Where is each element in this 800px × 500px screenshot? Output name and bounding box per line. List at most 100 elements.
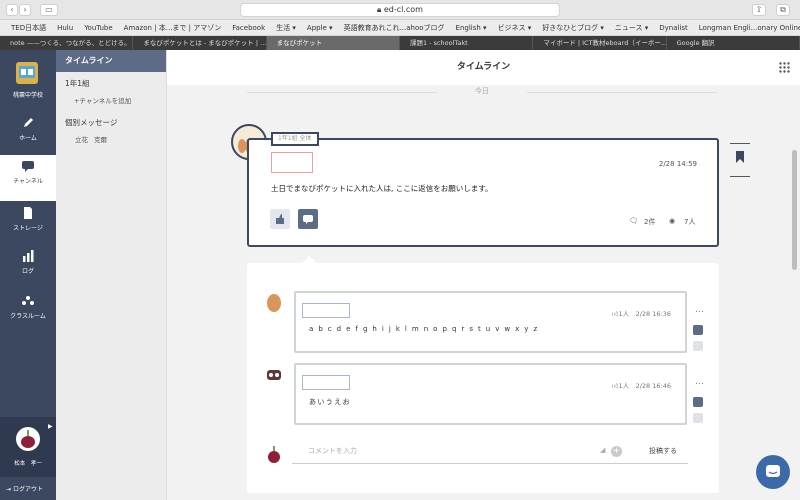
browser-tab[interactable]: マイボード | ICT教材eboard（イーボー... [533, 36, 667, 50]
sidebar-item-home[interactable]: ホーム [0, 112, 56, 158]
comment-meta: 👍︎1人 2/28 16:46 [611, 382, 671, 390]
sidebar-item-label: ストレージ [13, 225, 43, 232]
chat-bubble-icon [766, 465, 780, 477]
comment-stamp [302, 303, 350, 318]
like-button[interactable] [270, 209, 290, 229]
bookmark[interactable]: 好きなひとブログ ▾ [542, 20, 604, 35]
app-sidebar: 桃粟中学校 ホーム チャンネル ストレージ ログ クラスルーム ▶ 松本 孝一 … [0, 50, 56, 500]
more-options-icon[interactable]: … [695, 305, 704, 315]
comment-count: 2件 [644, 218, 656, 226]
grid-menu-icon[interactable] [779, 62, 790, 73]
bar-chart-icon [23, 250, 34, 262]
url-bar[interactable]: 🔒︎ ed-cl.com [240, 3, 560, 17]
page-title: タイムライン [456, 62, 511, 72]
url-text: ed-cl.com [383, 5, 423, 14]
thumbs-up-icon [276, 214, 284, 224]
bookmark-button[interactable] [730, 143, 750, 177]
comment-like-button[interactable] [693, 325, 703, 335]
browser-tab[interactable]: まなびポケットとは - まなびポケット | ... [133, 36, 267, 50]
bookmark[interactable]: 英語教育あれこれ...ahooブログ [344, 20, 445, 35]
sidebar-item-channel[interactable]: チャンネル [0, 155, 56, 201]
sidebar-item-label: ログ [21, 268, 34, 275]
comment-like-button[interactable] [693, 397, 703, 407]
bookmark[interactable]: TED日本語 [11, 20, 46, 35]
bookmark[interactable]: Dynalist [659, 20, 688, 35]
lock-icon: 🔒︎ [377, 5, 382, 14]
bookmark[interactable]: Amazon | 本...まで | アマゾン [124, 20, 222, 35]
browser-toolbar: ‹ › ▭ 🔒︎ ed-cl.com ⇧ ⧉ [0, 0, 800, 20]
sidebar-toggle-icon[interactable]: ▭ [40, 4, 58, 16]
sidebar-item-label: チャンネル [13, 178, 43, 185]
sidebar-item-classroom[interactable]: クラスルーム [0, 290, 56, 336]
dm-item[interactable]: 立花 [75, 134, 88, 144]
user-name: 松本 孝一 [14, 461, 42, 467]
file-icon [24, 207, 32, 219]
view-count: 7人 [684, 218, 696, 226]
date-divider: 今日 [247, 86, 717, 98]
bookmark[interactable]: English ▾ [456, 20, 487, 35]
bookmark[interactable]: 生活 ▾ [276, 20, 296, 35]
attach-plus-icon[interactable]: + [611, 446, 622, 457]
bookmarks-bar: TED日本語 Hulu YouTube Amazon | 本...まで | アマゾン F… [0, 20, 800, 36]
browser-tab-active[interactable]: まなびポケット [266, 36, 400, 50]
channel-panel: タイムライン 1年1組 +チャンネルを追加 個別メッセージ 立花 克爾 [56, 50, 167, 500]
current-user-avatar [268, 446, 280, 463]
commenter-avatar [267, 294, 281, 312]
browser-tab[interactable]: 課題1 - schoolTakt [400, 36, 534, 50]
panel-header[interactable]: タイムライン [56, 50, 166, 72]
commenter-avatar [267, 370, 281, 380]
add-channel-link[interactable]: +チャンネルを追加 [74, 95, 131, 105]
post-comment-button[interactable]: 投稿する [649, 446, 677, 456]
eye-icon: ◉ [669, 217, 676, 225]
logout-button[interactable]: ⇥ ログアウト [6, 484, 43, 493]
forward-button[interactable]: › [19, 4, 31, 16]
sidebar-item-label: ホーム [19, 135, 37, 142]
logout-icon: ⇥ [6, 486, 12, 493]
browser-tab[interactable]: Google 翻訳 [667, 36, 800, 50]
pencil-icon [24, 118, 33, 127]
comment-item: 👍︎1人 2/28 16:36 a b c d e f g h i j k l … [294, 291, 687, 353]
dm-item[interactable]: 克爾 [94, 134, 107, 144]
bookmark-icon [736, 151, 744, 163]
bookmark[interactable]: YouTube [84, 20, 112, 35]
comment-meta: 👍︎1人 2/28 16:36 [611, 310, 671, 318]
comment-reply-button[interactable] [693, 413, 703, 423]
comment-stamp [302, 375, 350, 390]
sidebar-item-storage[interactable]: ストレージ [0, 202, 56, 248]
browser-tab[interactable]: note ——つくる、つながる、とどける。 [0, 36, 134, 50]
comment-input[interactable]: コメントを入力 [292, 440, 688, 464]
support-chat-button[interactable] [756, 455, 790, 489]
post-class-label: 1年1組 全体 [271, 132, 319, 146]
comment-reply-button[interactable] [693, 341, 703, 351]
comment-notch [301, 255, 317, 271]
bookmark[interactable]: Longman Engli...onary Online [699, 20, 800, 35]
channel-group[interactable]: 1年1組 [65, 78, 90, 89]
resize-handle-icon: ◢ [600, 446, 606, 454]
comment-text: あいうえお [309, 398, 351, 406]
school-logo[interactable] [16, 62, 38, 84]
more-options-icon[interactable]: … [695, 377, 704, 387]
bookmark[interactable]: Hulu [57, 20, 73, 35]
speech-bubble-icon [303, 215, 313, 224]
tabs-overview-icon[interactable]: ⧉ [776, 4, 790, 16]
add-channel-label: チャンネルを追加 [79, 97, 132, 105]
scrollbar[interactable] [792, 150, 797, 270]
bookmark[interactable]: ニュース ▾ [615, 20, 648, 35]
post-body: 土日でまなびポケットに入れた人は, ここに返信をお願いします。 [271, 184, 493, 193]
share-icon[interactable]: ⇧ [752, 4, 766, 16]
bookmark[interactable]: Facebook [232, 20, 265, 35]
sidebar-item-label: クラスルーム [10, 313, 46, 320]
sidebar-item-log[interactable]: ログ [0, 245, 56, 291]
post-stamp [271, 152, 313, 173]
comment-item: 👍︎1人 2/28 16:46 あいうえお [294, 363, 687, 425]
logout-label: ログアウト [12, 486, 43, 493]
bookmark[interactable]: Apple ▾ [307, 20, 333, 35]
bookmark[interactable]: ビジネス ▾ [498, 20, 532, 35]
post-card: 1年1組 全体 2/28 14:59 土日でまなびポケットに入れた人は, ここに… [247, 132, 719, 247]
school-name: 桃粟中学校 [12, 92, 43, 99]
back-button[interactable]: ‹ [6, 4, 18, 16]
reply-button[interactable] [298, 209, 318, 229]
timeline-main: タイムライン 今日 1年1組 全体 2/28 14:59 土日でまなびポケットに… [167, 50, 800, 500]
expand-arrow-icon: ▶ [48, 423, 53, 430]
user-area[interactable]: ▶ 松本 孝一 [0, 417, 56, 477]
